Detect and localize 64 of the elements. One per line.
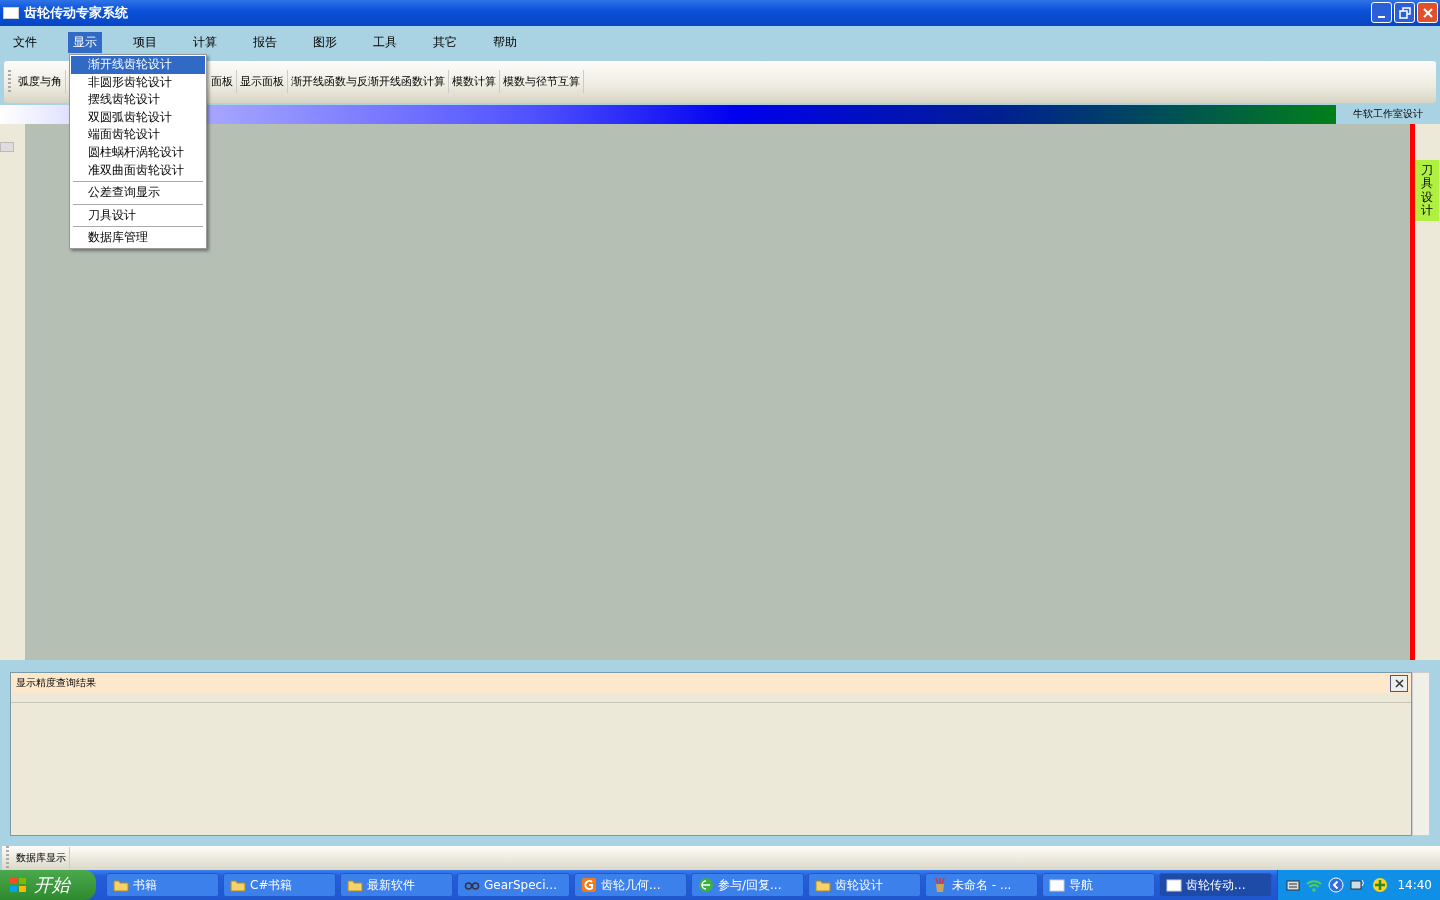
taskbar-button[interactable]: 齿轮几何... xyxy=(574,873,687,897)
minimize-icon xyxy=(1378,15,1385,18)
restore-icon xyxy=(1398,6,1411,19)
windows-flag-icon xyxy=(8,876,28,894)
menu-item[interactable]: 帮助 xyxy=(488,31,522,53)
menu-item[interactable]: 准双曲面齿轮设计 xyxy=(71,161,205,180)
clock: 14:40 xyxy=(1397,878,1432,892)
menu-item[interactable]: 刀具设计 xyxy=(71,206,205,225)
toolbar-button[interactable]: 面板 xyxy=(208,70,237,94)
taskbar-button[interactable]: 最新软件 xyxy=(340,873,453,897)
menu-item[interactable]: 端面齿轮设计 xyxy=(71,126,205,144)
menu-item[interactable]: 图形 xyxy=(308,31,342,53)
toolbar-button[interactable]: 数据库显示 xyxy=(13,847,70,869)
keyboard-icon[interactable] xyxy=(1286,879,1301,891)
menu-item[interactable]: 双圆弧齿轮设计 xyxy=(71,108,205,127)
folder-icon xyxy=(347,878,363,892)
taskbar-button[interactable]: C#书籍 xyxy=(223,873,336,897)
window-icon xyxy=(1166,878,1182,892)
folder-icon xyxy=(230,878,246,892)
restore-button[interactable] xyxy=(1394,2,1415,24)
window-icon xyxy=(3,6,19,19)
paint-cup-icon xyxy=(932,877,948,893)
app-icon xyxy=(581,877,597,893)
menu-item[interactable]: 圆柱蜗杆涡轮设计 xyxy=(71,143,205,162)
taskbar-button[interactable]: 导航 xyxy=(1042,873,1155,897)
menu-item[interactable]: 数据库管理 xyxy=(71,229,205,247)
taskbar-button[interactable]: 书籍 xyxy=(106,873,219,897)
menu-item[interactable]: 公差查询显示 xyxy=(71,184,205,202)
panel-title: 显示精度查询结果 xyxy=(16,676,96,691)
plus-icon[interactable] xyxy=(1372,877,1389,893)
menu-item[interactable]: 显示 xyxy=(68,31,102,53)
taskbar-button[interactable]: GearSpeci... xyxy=(457,873,570,897)
menu-item[interactable]: 其它 xyxy=(428,31,462,53)
window-icon xyxy=(1049,878,1065,892)
taskbar-button[interactable]: 齿轮设计 xyxy=(808,873,921,897)
menu-item[interactable]: 报告 xyxy=(248,31,282,53)
grip-handle[interactable] xyxy=(6,846,9,870)
menu-item[interactable]: 文件 xyxy=(8,31,42,53)
toolbar-button[interactable]: 模数与径节互算 xyxy=(500,70,584,94)
toolbar-button[interactable]: 模数计算 xyxy=(449,70,500,94)
taskbar-button[interactable]: 齿轮传动... xyxy=(1159,873,1272,897)
minimize-button[interactable] xyxy=(1371,2,1392,24)
close-button[interactable] xyxy=(1390,674,1408,692)
chevron-icon[interactable] xyxy=(1328,877,1345,893)
menu-item[interactable]: 工具 xyxy=(368,31,402,53)
grip-handle[interactable] xyxy=(8,69,11,94)
toolbar-button[interactable]: 显示面板 xyxy=(237,70,288,94)
taskbar-button[interactable]: 参与/回复... xyxy=(691,873,804,897)
menu-item[interactable]: 计算 xyxy=(188,31,222,53)
close-icon xyxy=(1421,6,1434,19)
window-title: 齿轮传动专家系统 xyxy=(24,3,128,22)
start-button[interactable]: 开始 xyxy=(0,870,96,900)
menu-item[interactable]: 摆线齿轮设计 xyxy=(71,91,205,109)
menu-item[interactable]: 非圆形齿轮设计 xyxy=(71,73,205,92)
menu-item[interactable]: 渐开线齿轮设计 xyxy=(71,56,205,74)
toolbar-button[interactable]: 渐开线函数与反渐开线函数计算 xyxy=(288,70,449,94)
folder-icon xyxy=(113,878,129,892)
close-icon xyxy=(1394,678,1404,688)
side-tab[interactable]: 刀具设计 xyxy=(1415,160,1439,221)
toolbar-button[interactable]: 弧度与角 xyxy=(15,70,66,94)
taskbar-button[interactable]: 未命名 - ... xyxy=(925,873,1038,897)
folder-icon xyxy=(815,878,831,892)
menu-item[interactable]: 项目 xyxy=(128,31,162,53)
scrollbar[interactable] xyxy=(1412,672,1430,836)
